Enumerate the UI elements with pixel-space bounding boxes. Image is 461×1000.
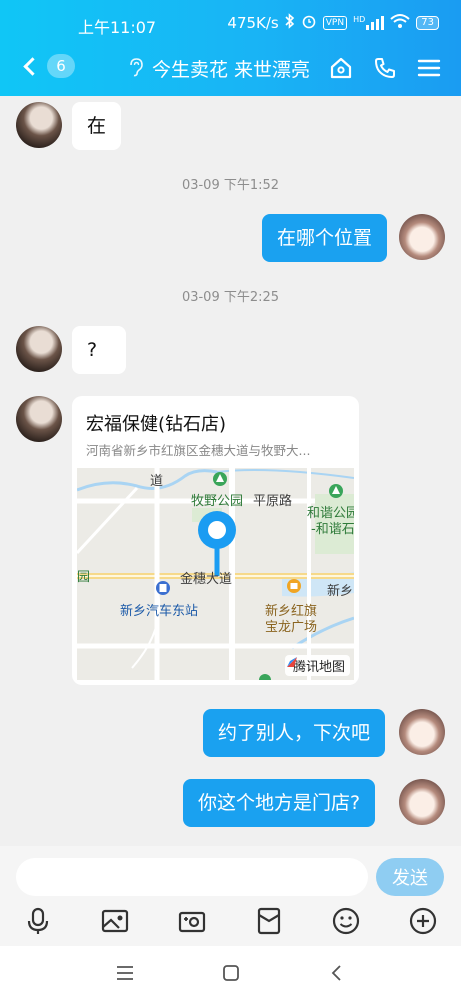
bluetooth-icon: [285, 13, 295, 33]
wifi-icon: [390, 13, 410, 33]
status-bar: 上午11:07 475K/s VPN HD 73: [0, 0, 461, 44]
message-bubble-outgoing[interactable]: 约了别人，下次吧: [203, 709, 386, 757]
plus-icon[interactable]: [408, 906, 438, 936]
battery-indicator: 73: [416, 16, 439, 30]
location-card[interactable]: 宏福保健(钻石店) 河南省新乡市红旗区金穗大道与牧野大... 道 牧野公园 平原…: [72, 396, 359, 685]
map-label: 道: [150, 474, 164, 489]
status-right: 475K/s VPN HD 73: [227, 13, 439, 33]
send-button[interactable]: 发送: [376, 858, 444, 896]
map-label: 宝龙广场: [265, 620, 318, 635]
map-label: 牧野公园: [191, 494, 244, 509]
message-bubble-outgoing[interactable]: 在哪个位置: [262, 214, 388, 262]
chat-header: 上午11:07 475K/s VPN HD 73 6 今生卖花 来世漂亮: [0, 0, 461, 96]
map-provider: 腾讯地图: [284, 655, 350, 676]
back-button[interactable]: 6: [22, 54, 75, 78]
map-label: 园: [77, 570, 91, 585]
nav-actions: [329, 56, 441, 80]
my-avatar[interactable]: [399, 709, 445, 755]
phone-icon[interactable]: [373, 56, 397, 80]
signal-icon: HD: [353, 15, 385, 30]
chat-message-list[interactable]: 在 03-09 下午1:52 在哪个位置 03-09 下午2:25 ? 宏福保健…: [0, 96, 461, 846]
home-icon[interactable]: [329, 56, 353, 80]
home-button-icon[interactable]: [220, 962, 242, 984]
message-input[interactable]: [16, 858, 368, 896]
alarm-icon: [301, 13, 317, 33]
camera-icon[interactable]: [177, 906, 207, 936]
chat-title: 今生卖花 来世漂亮: [152, 59, 311, 81]
map-provider-label: 腾讯地图: [292, 660, 345, 675]
map-label: 平原路: [253, 494, 293, 509]
image-icon[interactable]: [100, 906, 130, 936]
input-bar: 发送: [0, 846, 461, 946]
vpn-badge: VPN: [322, 16, 348, 30]
network-speed: 475K/s: [227, 14, 279, 32]
nav-bar: 6 今生卖花 来世漂亮: [0, 44, 461, 92]
back-icon[interactable]: [326, 962, 348, 984]
location-address: 河南省新乡市红旗区金穗大道与牧野大...: [86, 443, 311, 458]
menu-icon[interactable]: [417, 56, 441, 80]
microphone-icon[interactable]: [23, 906, 53, 936]
chevron-left-icon: [23, 56, 42, 76]
hd-label: HD: [353, 15, 366, 24]
red-packet-icon[interactable]: [254, 906, 284, 936]
location-name: 宏福保健(钻石店): [86, 414, 227, 435]
chat-title-group[interactable]: 今生卖花 来世漂亮: [128, 55, 310, 82]
contact-avatar[interactable]: [16, 326, 62, 372]
map-label: 金穗大道: [180, 572, 233, 587]
recent-apps-icon[interactable]: [114, 962, 136, 984]
message-timestamp: 03-09 下午1:52: [181, 178, 280, 193]
system-navigation-bar: [0, 946, 461, 1000]
contact-avatar[interactable]: [16, 102, 62, 148]
location-map[interactable]: 道 牧野公园 平原路 和谐公园 -和谐石 金穗大道 园 新乡 新乡汽车东站 新乡…: [77, 468, 354, 680]
my-avatar[interactable]: [399, 214, 445, 260]
status-time: 上午11:07: [78, 18, 157, 37]
my-avatar[interactable]: [399, 779, 445, 825]
ear-icon: [128, 57, 144, 81]
map-label: -和谐石: [311, 522, 354, 537]
map-label: 新乡: [327, 584, 354, 599]
unread-badge: 6: [47, 54, 75, 78]
map-label: 新乡汽车东站: [120, 604, 199, 619]
message-bubble-incoming[interactable]: 在: [72, 102, 122, 150]
message-bubble-outgoing[interactable]: 你这个地方是门店?: [183, 779, 376, 827]
contact-avatar[interactable]: [16, 396, 62, 442]
input-toolbar: [0, 904, 461, 938]
emoji-icon[interactable]: [331, 906, 361, 936]
message-timestamp: 03-09 下午2:25: [181, 290, 280, 305]
message-bubble-incoming[interactable]: ?: [72, 326, 126, 374]
